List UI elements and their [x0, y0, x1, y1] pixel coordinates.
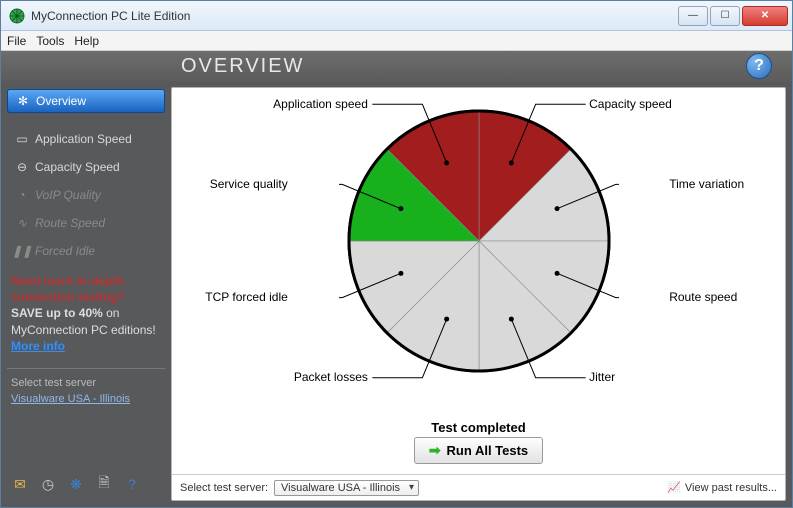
- pie-chart: Capacity speed Time variation Route speed J…: [172, 88, 785, 420]
- capacity-icon: ⊖: [15, 160, 29, 174]
- document-icon[interactable]: 🗎: [95, 475, 113, 493]
- minimize-button[interactable]: —: [678, 6, 708, 26]
- window-controls: — ☐ ✕: [678, 6, 788, 26]
- mail-icon[interactable]: ✉: [11, 475, 29, 493]
- pie-slice-label: Service quality: [210, 177, 288, 191]
- content-bottom-bar: Select test server: Visualware USA - Ill…: [172, 474, 785, 500]
- pie-slice-label: Application speed: [273, 97, 368, 111]
- menu-file[interactable]: File: [7, 34, 26, 48]
- content-panel: Capacity speed Time variation Route speed J…: [171, 87, 786, 501]
- sidebar-item-overview[interactable]: ✻ Overview: [7, 89, 165, 113]
- pie-svg: [339, 101, 619, 381]
- pie-slice-label: Jitter: [589, 370, 615, 384]
- run-button-label: Run All Tests: [447, 443, 529, 458]
- voip-icon: ◔: [15, 188, 29, 202]
- menu-tools[interactable]: Tools: [36, 34, 64, 48]
- snowflake-icon: ✻: [16, 94, 30, 108]
- route-icon: ∿: [15, 216, 29, 230]
- select-server-bottom-label: Select test server:: [180, 482, 268, 494]
- view-past-results-link[interactable]: 📈 View past results...: [667, 481, 777, 494]
- promo-save: SAVE up to 40%: [11, 306, 103, 320]
- sidebar-item-application-speed[interactable]: ▭ Application Speed: [7, 127, 165, 151]
- menubar: File Tools Help: [1, 31, 792, 51]
- titlebar: MyConnection PC Lite Edition — ☐ ✕: [1, 1, 792, 31]
- pie-slice-label: Packet losses: [294, 370, 368, 384]
- past-results-label: View past results...: [685, 482, 777, 494]
- help-small-icon[interactable]: ?: [123, 475, 141, 493]
- sidebar-item-forced-idle: ❚❚ Forced Idle: [7, 239, 165, 263]
- menu-help[interactable]: Help: [74, 34, 99, 48]
- pie-slice-label: Time variation: [669, 177, 744, 191]
- server-link[interactable]: Visualware USA - Illinois: [7, 393, 165, 405]
- app-speed-icon: ▭: [15, 132, 29, 146]
- run-all-tests-button[interactable]: ➡ Run All Tests: [414, 437, 543, 464]
- header-band: OVERVIEW ?: [1, 51, 792, 81]
- sidebar-item-label: Forced Idle: [35, 244, 95, 258]
- sidebar: ✻ Overview ▭ Application Speed ⊖ Capacit…: [1, 81, 171, 507]
- promo-block: Need more in-depth connection testing? S…: [7, 267, 165, 360]
- sidebar-item-label: Application Speed: [35, 132, 132, 146]
- status-row: Test completed ➡ Run All Tests: [172, 420, 785, 474]
- status-text: Test completed: [172, 420, 785, 435]
- server-select-dropdown[interactable]: Visualware USA - Illinois: [274, 480, 419, 496]
- help-icon[interactable]: ?: [746, 53, 772, 79]
- sidebar-item-route-speed: ∿ Route Speed: [7, 211, 165, 235]
- chart-icon: 📈: [667, 481, 681, 494]
- server-select-value: Visualware USA - Illinois: [281, 482, 400, 494]
- app-window: MyConnection PC Lite Edition — ☐ ✕ File …: [0, 0, 793, 508]
- arrow-right-icon: ➡: [429, 442, 441, 459]
- sidebar-item-voip-quality: ◔ VoIP Quality: [7, 183, 165, 207]
- sidebar-item-label: Route Speed: [35, 216, 105, 230]
- pie-slice-label: TCP forced idle: [205, 290, 287, 304]
- pause-icon: ❚❚: [15, 244, 29, 258]
- main-area: ✻ Overview ▭ Application Speed ⊖ Capacit…: [1, 81, 792, 507]
- pie-slice-label: Route speed: [669, 290, 737, 304]
- promo-more-info-link[interactable]: More info: [11, 339, 65, 353]
- sidebar-item-label: Overview: [36, 94, 86, 108]
- pie-slice-label: Capacity speed: [589, 97, 672, 111]
- sidebar-bottom-icons: ✉ ◷ ❋ 🗎 ?: [7, 469, 165, 499]
- sidebar-item-capacity-speed[interactable]: ⊖ Capacity Speed: [7, 155, 165, 179]
- sidebar-item-label: Capacity Speed: [35, 160, 120, 174]
- close-button[interactable]: ✕: [742, 6, 788, 26]
- app-icon: [9, 8, 25, 24]
- select-server-label: Select test server: [7, 377, 165, 389]
- promo-headline: Need more in-depth connection testing?: [11, 274, 125, 304]
- sidebar-item-label: VoIP Quality: [35, 188, 101, 202]
- page-title: OVERVIEW: [181, 55, 304, 78]
- window-title: MyConnection PC Lite Edition: [31, 9, 678, 23]
- maximize-button[interactable]: ☐: [710, 6, 740, 26]
- clock-icon[interactable]: ◷: [39, 475, 57, 493]
- globe-icon[interactable]: ❋: [67, 475, 85, 493]
- sidebar-separator: [7, 368, 165, 369]
